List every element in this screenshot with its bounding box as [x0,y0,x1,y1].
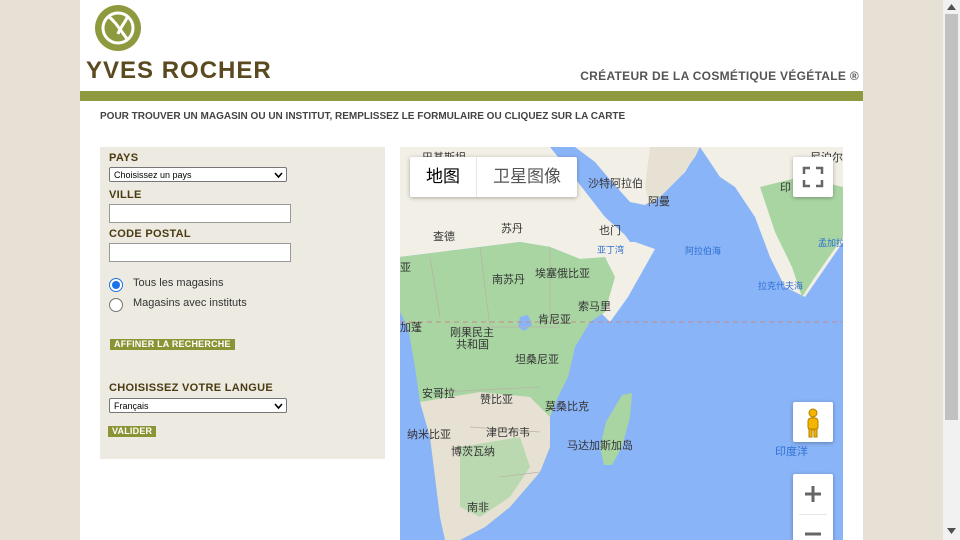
map-label-drc-line2: 共和国 [456,338,489,351]
scroll-down-icon[interactable] [947,528,956,534]
map-label-laccadive-sea: 拉克代夫海 [758,282,804,292]
instruction-text: POUR TROUVER UN MAGASIN OU UN INSTITUT, … [100,111,626,122]
fullscreen-button[interactable] [793,157,833,197]
map-label-botswana: 博茨瓦纳 [451,445,495,458]
map-label-zimbabwe: 津巴布韦 [486,426,530,439]
language-select[interactable]: Français [109,398,287,413]
street-view-pegman-button[interactable] [793,402,833,442]
city-input[interactable] [109,204,291,223]
radio-stores-with-institutes[interactable] [109,298,123,312]
zoom-out-icon[interactable] [793,514,833,540]
pegman-icon [807,408,819,438]
map-label-chad: 查德 [433,230,455,243]
map-label-sudan: 苏丹 [501,222,523,235]
country-select[interactable]: Choisissez un pays [109,167,287,182]
yves-rocher-leaf-logo-icon[interactable] [94,4,142,52]
map-label-yemen: 也门 [599,224,621,237]
map-label-mozambique: 莫桑比克 [545,400,589,413]
map-label-arabian-sea: 阿拉伯海 [685,247,722,257]
header-divider [80,91,863,101]
map-label-south-africa: 南非 [467,501,489,514]
map-label-somalia: 索马里 [578,300,611,313]
radio-stores-with-institutes-label[interactable]: Magasins avec instituts [133,297,247,309]
postal-code-label: CODE POSTAL [109,228,191,240]
brand-name[interactable]: YVES ROCHER [86,57,272,85]
map-label-madagascar: 马达加斯加岛 [567,439,633,452]
chevron-down-icon [274,172,283,179]
radio-all-stores-label[interactable]: Tous les magasins [133,277,224,289]
page-scrollbar[interactable] [943,0,960,540]
language-select-value: Français [114,401,149,411]
fullscreen-icon [802,166,824,188]
store-search-form: PAYS Choisissez un pays VILLE CODE POSTA… [100,147,385,459]
map-label-bengal: 孟加拉 [818,239,843,249]
map-label-south-sudan: 南苏丹 [492,273,525,286]
zoom-control [793,474,833,540]
page-content: YVES ROCHER CRÉATEUR DE LA COSMÉTIQUE VÉ… [80,0,863,540]
map-type-map-button[interactable]: 地图 [410,157,476,197]
map-label-oman: 阿曼 [648,195,670,208]
map-label-ethiopia: 埃塞俄比亚 [535,267,590,280]
map-type-satellite-button[interactable]: 卫星图像 [476,157,577,197]
store-map[interactable]: 巴基斯坦 沙特阿拉伯 阿曼 尼泊尔 印 查德 苏丹 也门 亚丁湾 阿拉伯海 孟加… [400,147,843,540]
map-label-gabon-fragment: 加蓬 [400,321,422,334]
map-label-kenya: 肯尼亚 [538,313,571,326]
chevron-down-icon [274,403,283,410]
map-label-angola: 安哥拉 [422,387,455,400]
map-label-namibia: 纳米比亚 [407,428,451,441]
language-label: CHOISISSEZ VOTRE LANGUE [109,382,273,394]
map-label-indian-ocean: 印度洋 [775,445,808,458]
brand-tagline: CRÉATEUR DE LA COSMÉTIQUE VÉGÉTALE ® [580,69,859,83]
map-label-india: 印 [780,181,791,194]
country-label: PAYS [109,152,139,164]
country-select-value: Choisissez un pays [114,170,192,180]
map-label-saudi-arabia: 沙特阿拉伯 [588,177,643,190]
map-type-control: 地图 卫星图像 [410,157,577,197]
postal-code-input[interactable] [109,243,291,262]
map-label-zambia: 赞比亚 [480,393,513,406]
scrollbar-thumb[interactable] [945,14,958,420]
zoom-in-icon[interactable] [793,474,833,514]
radio-all-stores[interactable] [109,278,123,292]
scroll-up-icon[interactable] [947,4,956,10]
map-label-gulf-of-aden: 亚丁湾 [597,246,625,256]
validate-button[interactable]: VALIDER [108,426,157,437]
map-label-nigeria-fragment: 亚 [400,261,411,274]
refine-search-button[interactable]: AFFINER LA RECHERCHE [110,339,235,350]
map-label-tanzania: 坦桑尼亚 [515,353,559,366]
city-label: VILLE [109,189,142,201]
